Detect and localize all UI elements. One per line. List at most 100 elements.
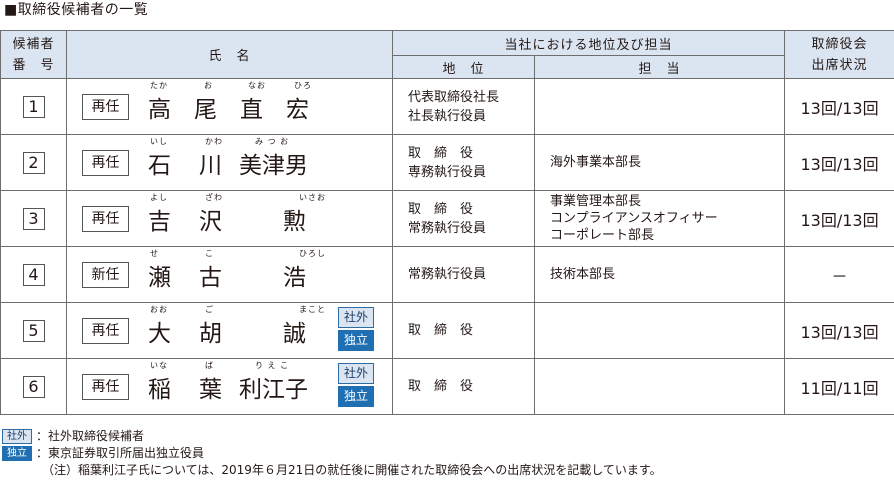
candidate-row: 4 新任 せ瀬 こ古 ひろし浩 常務執行役員 技術本部長 －: [0, 246, 894, 303]
name-ruby: いさお: [299, 193, 326, 202]
position-line: 常務執行役員: [408, 267, 487, 282]
name-kanji: 川: [199, 153, 222, 179]
outside-badge: 社外: [2, 429, 32, 444]
position-cell: 取 締 役専務執行役員: [392, 134, 535, 191]
candidate-number-cell: 1: [0, 78, 67, 135]
status-badge: 再任: [82, 206, 129, 232]
note-remark: （注）稲葉利江子氏については、2019年６月21日の就任後に開催された取締役会へ…: [42, 463, 662, 477]
attendance-value: －: [831, 266, 848, 286]
candidate-number-cell: 3: [0, 190, 67, 247]
header-duty: 担 当: [533, 55, 786, 79]
name-ruby: り え こ: [255, 361, 290, 370]
position-cell: 代表取締役社長 社長執行役員: [392, 78, 535, 135]
position-line: 社長執行役員: [408, 108, 487, 124]
outside-badge: 社外: [338, 363, 374, 384]
candidate-number: 4: [22, 263, 45, 286]
outside-badge: 社外: [338, 307, 374, 328]
duty-cell: [533, 358, 786, 415]
candidate-name-cell: 再任 たか高 お尾 なお直 ひろ宏: [66, 78, 393, 135]
header-attendance: 取締役会 出席状況: [784, 30, 894, 79]
name-ruby: なお: [248, 81, 266, 90]
candidate-number: 1: [22, 95, 45, 118]
duty-line: 技術本部長: [550, 267, 616, 282]
candidate-number: 3: [22, 207, 45, 230]
candidate-number: 5: [22, 319, 45, 342]
candidate-row: 1 再任 たか高 お尾 なお直 ひろ宏 代表取締役社長 社長執行役員 13回/13回: [0, 78, 894, 135]
candidate-number: 2: [22, 151, 45, 174]
position-cell: 取 締 役: [392, 358, 535, 415]
page-title: ■取締役候補者の一覧: [4, 2, 149, 18]
name-kanji: 沢: [199, 209, 222, 235]
candidate-number-cell: 2: [0, 134, 67, 191]
attendance-value: 13回/13回: [800, 322, 879, 342]
name-kanji: 葉: [199, 377, 222, 403]
candidate-number: 6: [22, 375, 45, 398]
status-badge: 再任: [82, 374, 129, 400]
name-kanji: 吉: [148, 209, 171, 235]
status-badge: 再任: [82, 318, 129, 344]
name-kanji: 浩: [283, 265, 306, 291]
header-position: 地 位: [392, 55, 535, 79]
candidate-row: 5 再任 おお大 ご胡 まこと誠 社外 独立 取 締 役 13回/13回: [0, 302, 894, 359]
attendance-cell: 13回/13回: [784, 190, 894, 247]
name-ruby: ば: [205, 361, 214, 370]
name-kanji: 直: [240, 97, 263, 123]
name-kanji: 勲: [283, 209, 306, 235]
name-ruby: いし: [150, 137, 168, 146]
position-line: 常務執行役員: [408, 220, 487, 236]
note-independent: 独立 ：東京証券取引所届出独立役員: [2, 445, 662, 462]
name-ruby: ご: [205, 305, 214, 314]
duty-cell: 事業管理本部長 コンプライアンスオフィサー コーポレート部長: [533, 190, 786, 247]
attendance-value: 13回/13回: [800, 154, 879, 174]
duty-cell: [533, 78, 786, 135]
position-cell: 取 締 役常務執行役員: [392, 190, 535, 247]
independent-badge: 独立: [2, 446, 32, 461]
name-ruby: まこと: [299, 305, 326, 314]
name-kanji: 利江子: [239, 377, 308, 403]
badge-group: 社外 独立: [338, 307, 374, 353]
name-kanji: 胡: [199, 321, 222, 347]
name-kanji: 稲: [148, 377, 171, 403]
candidate-row: 6 再任 いな稲 ば葉 り え こ利江子 社外 独立 取 締 役 11回/11回: [0, 358, 894, 415]
position-line: 取 締 役: [408, 145, 474, 161]
name-kanji: 尾: [194, 97, 217, 123]
duty-cell: 海外事業本部長: [533, 134, 786, 191]
independent-badge: 独立: [338, 330, 374, 351]
position-line: 取 締 役: [408, 379, 474, 394]
name-kanji: 高: [148, 97, 171, 123]
position-line: 取 締 役: [408, 323, 474, 338]
name-kanji: 美津男: [239, 153, 308, 179]
attendance-value: 13回/13回: [800, 210, 879, 230]
attendance-cell: 13回/13回: [784, 78, 894, 135]
header-candidate-number: 候補者番 号: [0, 30, 67, 79]
name-ruby: こ: [205, 249, 214, 258]
name-kanji: 大: [148, 321, 171, 347]
position-cell: 取 締 役: [392, 302, 535, 359]
candidate-name-cell: 再任 よし吉 ざわ沢 いさお勲: [66, 190, 393, 247]
position-line: 専務執行役員: [408, 164, 487, 180]
name-ruby: せ: [150, 249, 159, 258]
attendance-cell: 13回/13回: [784, 134, 894, 191]
attendance-value: 11回/11回: [800, 378, 879, 398]
name-kanji: 宏: [286, 97, 309, 123]
name-ruby: おお: [150, 305, 168, 314]
duty-line: コーポレート部長: [550, 228, 655, 243]
status-badge: 新任: [82, 262, 129, 288]
name-kanji: 石: [148, 153, 171, 179]
candidate-row: 2 再任 いし石かわ川み つ お美津男取 締 役専務執行役員 海外事業本部長 13回/1…: [0, 134, 894, 191]
attendance-cell: －: [784, 246, 894, 303]
position-line: 取 締 役: [408, 201, 474, 217]
badge-group: 社外 独立: [338, 363, 374, 409]
notes: 社外 ：社外取締役候補者 独立 ：東京証券取引所届出独立役員 （注）稲葉利江子氏…: [2, 428, 662, 479]
independent-badge: 独立: [338, 386, 374, 407]
name-kanji: 瀬: [148, 265, 171, 291]
duty-cell: [533, 302, 786, 359]
duty-cell: 技術本部長: [533, 246, 786, 303]
candidate-name-cell: 新任 せ瀬 こ古 ひろし浩: [66, 246, 393, 303]
header-name: 氏 名: [66, 30, 393, 79]
duty-line: コンプライアンスオフィサー: [550, 211, 718, 226]
candidate-table: 候補者番 号 氏 名 当社における地位及び担当 取締役会 出席状況 地 位 担 当…: [0, 30, 894, 415]
name-ruby: み つ お: [255, 137, 290, 146]
candidate-name-cell: 再任 おお大 ご胡 まこと誠 社外 独立: [66, 302, 393, 359]
name-ruby: ひろし: [299, 249, 326, 258]
